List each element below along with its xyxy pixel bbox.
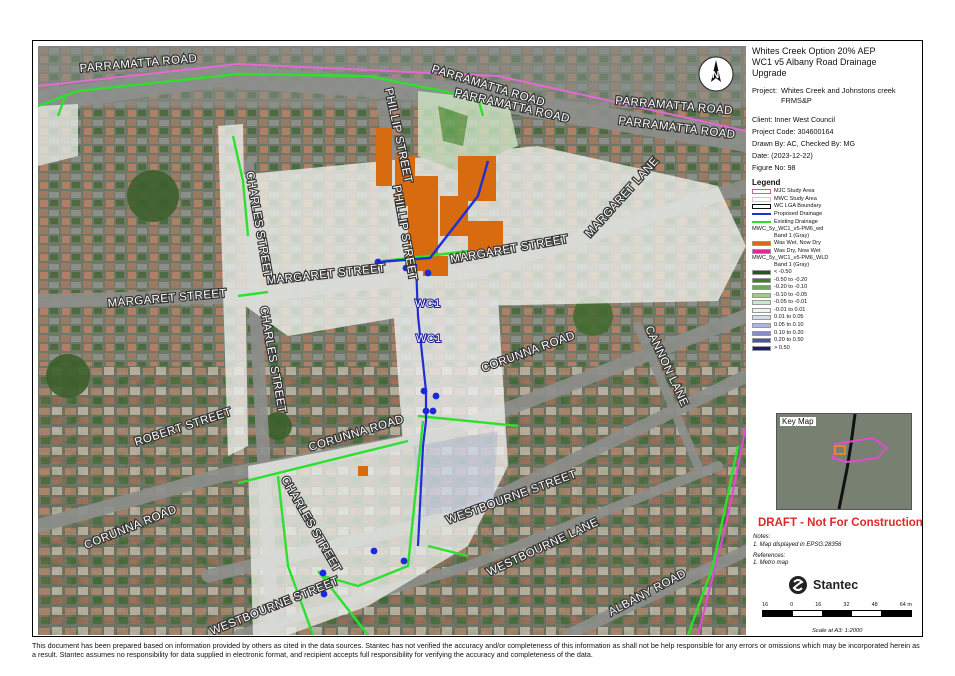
legend-items-swatch	[752, 196, 771, 202]
references-heading: References:	[753, 552, 786, 559]
legend-classes-row: 0.05 to 0.10	[752, 322, 920, 330]
legend-classes-label: < -0.50	[774, 268, 792, 275]
client-field: Client: Inner West Council	[752, 114, 835, 124]
scale-tick: 16	[762, 602, 769, 608]
legend-classes-swatch	[752, 323, 771, 329]
legend-classes-label: -0.20 to -0.10	[774, 284, 808, 291]
legend-classes-swatch	[752, 292, 771, 298]
legend-classes-row: 0.20 to 0.50	[752, 337, 920, 345]
legend-classes-row: -0.20 to -0.10	[752, 284, 920, 292]
legend-wet-dry: Was Wet, Now Dry Was Dry, Now Wet	[752, 240, 920, 255]
legend-wetdry-label: Was Wet, Now Dry	[774, 239, 821, 246]
legend-classes-label: 0.10 to 0.20	[774, 329, 804, 336]
legend-classes-label: 0.05 to 0.10	[774, 322, 804, 329]
scale-text: Scale at A3: 1:2000	[812, 628, 863, 634]
legend-classes-row: 0.10 to 0.20	[752, 329, 920, 337]
legend-wetdry-label: Was Dry, Now Wet	[774, 247, 821, 254]
notes-heading: Notes:	[753, 534, 771, 540]
legend-classes: < -0.50 -0.50 to -0.20 -0.20 to -0.10 -0.10…	[752, 269, 920, 353]
legend-items-label: Existing Drainage	[774, 218, 818, 225]
drawn-by-field: Drawn By: AC, Checked By: MG	[752, 138, 856, 148]
legend-classes-swatch	[752, 269, 771, 275]
legend-classes-row: > 0.50	[752, 345, 920, 353]
legend-title: Legend	[752, 177, 781, 187]
legend-classes-label: > 0.50	[774, 344, 790, 351]
legend-classes-swatch	[752, 330, 771, 336]
figure-number-field: Figure No: 98	[752, 162, 796, 172]
legend-classes-label: -0.01 to 0.01	[774, 306, 806, 313]
date-field: Date: (2023-12-22)	[752, 150, 813, 160]
references-line: 1. Metro map	[753, 560, 789, 567]
scale-tick: 0	[790, 602, 794, 608]
legend-wetdry-row: Was Wet, Now Dry	[752, 240, 920, 248]
meta-block: Client: Inner West Council Project Code:…	[752, 115, 920, 172]
north-arrow-icon: N	[698, 56, 734, 92]
draft-stamp: DRAFT - Not For Construction	[758, 517, 923, 529]
scale-bar: 16 0 16 32 48 64 m	[762, 602, 912, 617]
stantec-logo-text: Stantec	[813, 578, 859, 592]
legend-classes-swatch	[752, 285, 771, 291]
label-wc1-b: WC1	[416, 333, 442, 345]
stantec-logo: Stantec	[788, 575, 858, 595]
scale-tick: 48	[871, 602, 878, 608]
legend-classes-swatch	[752, 277, 771, 283]
legend-classes-row: 0.01 to 0.05	[752, 314, 920, 322]
legend-classes-label: -0.05 to -0.01	[774, 299, 808, 306]
legend-items-row: MJC Study Area	[752, 188, 920, 196]
legend-classes-row: -0.10 to -0.05	[752, 291, 920, 299]
notes-block: Notes: 1. Map displayed in EPSG:28356 Re…	[753, 534, 841, 568]
legend-items-swatch	[752, 189, 771, 195]
legend-items-label: Proposed Drainage	[774, 210, 823, 217]
legend-classes-swatch	[752, 315, 771, 321]
legend-classes-label: -0.50 to -0.20	[774, 276, 808, 283]
title-line-1: Whites Creek Option 20% AEP	[752, 46, 876, 56]
project-value: Whites Creek and Johnstons creek FRMS&P	[781, 86, 896, 105]
legend-classes-row: -0.01 to 0.01	[752, 307, 920, 315]
legend-wetdry-swatch	[752, 240, 771, 246]
legend-classes-row: -0.05 to -0.01	[752, 299, 920, 307]
legend-classes-row: < -0.50	[752, 269, 920, 277]
scale-tick: 32	[843, 602, 850, 608]
legend-classes-swatch	[752, 345, 771, 351]
map-svg: PARRAMATTA ROAD PARRAMATTA ROAD PARRAMAT…	[38, 46, 746, 635]
legend-wetdry-swatch	[752, 248, 771, 254]
legend-wetdry-row: Was Dry, Now Wet	[752, 247, 920, 255]
north-letter: N	[712, 70, 719, 81]
key-map: Key Map	[776, 413, 912, 510]
legend-classes-swatch	[752, 307, 771, 313]
scale-tick: 16	[815, 602, 822, 608]
disclaimer-text: This document has been prepared based on…	[32, 641, 920, 660]
legend-classes-label: 0.20 to 0.50	[774, 337, 804, 344]
stantec-logo-icon	[789, 576, 807, 594]
key-map-title: Key Map	[780, 417, 816, 426]
legend-classes-swatch	[752, 338, 771, 344]
legend-classes-swatch	[752, 300, 771, 306]
legend-items-swatch	[752, 213, 771, 216]
legend-items: MJC Study Area MWC Study Area WC LGA Bound…	[752, 188, 920, 226]
project-key: Project:	[752, 86, 778, 96]
legend-items-row: Proposed Drainage	[752, 211, 920, 219]
project-code-field: Project Code: 304600164	[752, 126, 834, 136]
label-wc1-a: WC1	[415, 298, 441, 310]
legend-items-row: Existing Drainage	[752, 218, 920, 226]
legend-classes-row: -0.50 to -0.20	[752, 276, 920, 284]
legend-items-swatch	[752, 204, 771, 210]
legend-items-label: MJC Study Area	[774, 188, 815, 195]
legend-items-label: MWC Study Area	[774, 195, 817, 202]
legend-items-row: WC LGA Boundary	[752, 203, 920, 211]
legend-items-row: MWC Study Area	[752, 195, 920, 203]
title-line-3: Upgrade	[752, 67, 787, 78]
title-line-2: WC1 v5 Albany Road Drainage	[752, 56, 877, 67]
legend-items-label: WC LGA Boundary	[774, 203, 822, 210]
map-canvas[interactable]: PARRAMATTA ROAD PARRAMATTA ROAD PARRAMAT…	[38, 46, 746, 635]
legend-classes-label: -0.10 to -0.05	[774, 291, 808, 298]
scale-tick: 64 m	[899, 602, 912, 608]
map-title: Whites Creek Option 20% AEP WC1 v5 Alban…	[752, 46, 920, 78]
project-row: Project: Whites Creek and Johnstons cree…	[752, 86, 920, 105]
legend-group-2-name: MWC_5y_WC1_v5-PM6_WLD	[752, 255, 829, 262]
notes-line: 1. Map displayed in EPSG:28356	[753, 541, 842, 548]
legend-group-1-name: MWC_5y_WC1_v5-PM6_wd	[752, 226, 824, 233]
legend-items-swatch	[752, 221, 771, 224]
legend-classes-label: 0.01 to 0.05	[774, 314, 804, 321]
